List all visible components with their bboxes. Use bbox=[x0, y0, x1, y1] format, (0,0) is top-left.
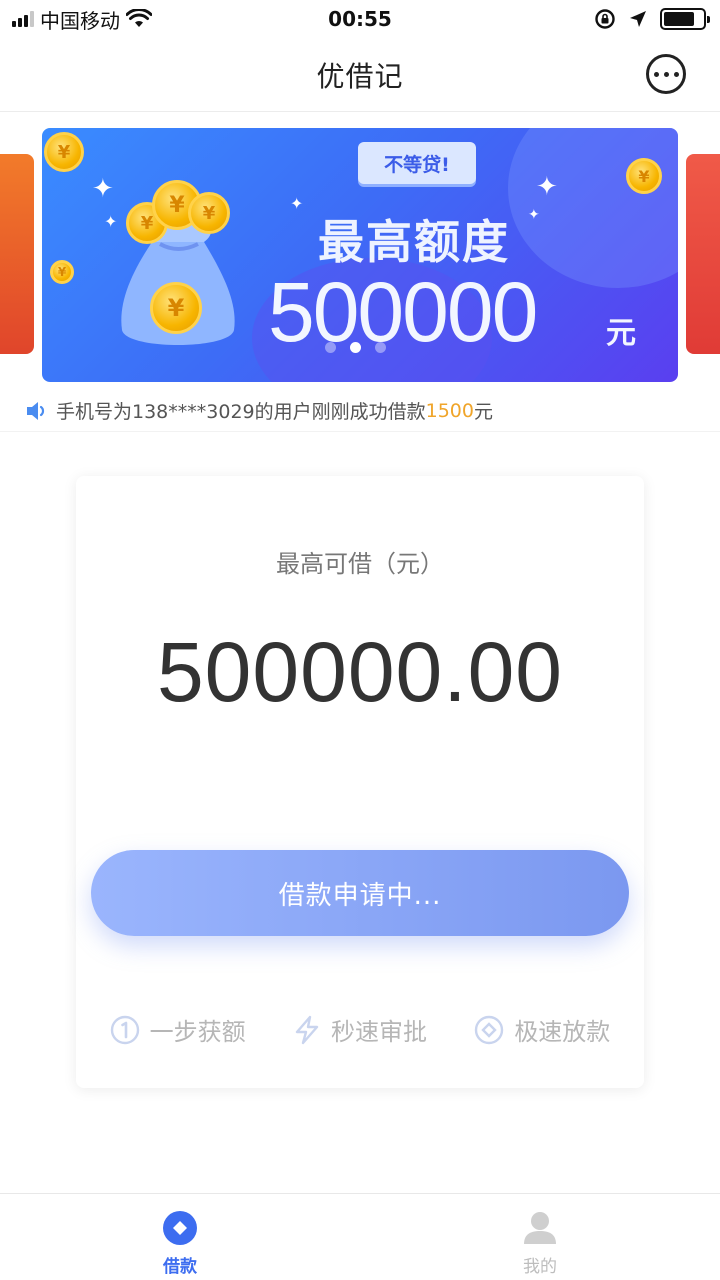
location-arrow-icon bbox=[630, 11, 646, 27]
sparkle-icon: ✦ bbox=[290, 194, 304, 213]
banner-unit: 元 bbox=[606, 316, 636, 351]
max-borrow-label: 最高可借（元） bbox=[276, 550, 444, 578]
sparkle-icon: ✦ bbox=[528, 207, 540, 223]
profile-icon bbox=[524, 1212, 556, 1244]
banner-carousel[interactable]: ¥ ¥ ¥ ¥ ¥ ¥ ¥ ✦ ✦ ✦ ✦ ✦ 不等贷! 最高额度 500000… bbox=[0, 128, 720, 382]
signal-icon bbox=[12, 11, 34, 27]
feature-item: 一步获额 bbox=[110, 1012, 246, 1047]
coin-icon: ¥ bbox=[50, 260, 74, 284]
banner-next-peek[interactable] bbox=[686, 154, 720, 354]
sparkle-icon: ✦ bbox=[92, 174, 114, 204]
sparkle-icon: ✦ bbox=[536, 172, 558, 202]
status-left: 中国移动 bbox=[12, 5, 152, 34]
banner-slide[interactable]: ¥ ¥ ¥ ¥ ¥ ¥ ¥ ✦ ✦ ✦ ✦ ✦ 不等贷! 最高额度 500000… bbox=[42, 128, 678, 382]
coin-icon: ¥ bbox=[188, 192, 230, 234]
loan-icon bbox=[163, 1211, 197, 1245]
banner-prev-peek[interactable] bbox=[0, 154, 34, 354]
carrier-label: 中国移动 bbox=[40, 8, 120, 33]
tab-mine[interactable]: 我的 bbox=[360, 1194, 720, 1280]
coin-icon: ¥ bbox=[44, 132, 84, 172]
coin-icon: ¥ bbox=[626, 158, 662, 194]
rotation-lock-icon bbox=[595, 9, 615, 29]
notice-marquee: 手机号为138****3029的用户刚刚成功借款 1500 元 bbox=[0, 390, 720, 432]
tab-loan[interactable]: 借款 bbox=[0, 1194, 360, 1280]
banner-amount: 500000 bbox=[268, 265, 538, 359]
carousel-indicator bbox=[325, 342, 386, 353]
status-bar: 中国移动 00:55 bbox=[0, 0, 720, 38]
page-title: 优借记 bbox=[316, 59, 404, 93]
notice-amount: 1500 bbox=[425, 399, 474, 422]
feature-item: 极速放款 bbox=[474, 1012, 610, 1047]
speaker-icon bbox=[27, 401, 45, 420]
more-dots-icon[interactable] bbox=[646, 54, 686, 94]
tab-bar: 借款 我的 bbox=[0, 1193, 720, 1280]
sparkle-icon: ✦ bbox=[104, 212, 118, 231]
diamond-circle-icon bbox=[475, 1015, 504, 1044]
status-right bbox=[594, 8, 710, 30]
wifi-icon bbox=[126, 9, 152, 27]
carousel-dot-active[interactable] bbox=[350, 342, 361, 353]
feature-item: 秒速审批 bbox=[293, 1012, 427, 1047]
tab-loan-label: 借款 bbox=[163, 1257, 197, 1277]
feature-list: 一步获额 秒速审批 极速放款 bbox=[76, 1012, 644, 1047]
nav-bar: 优借记 bbox=[0, 38, 720, 112]
tab-mine-label: 我的 bbox=[523, 1257, 557, 1277]
notice-text: 手机号为138****3029的用户刚刚成功借款 bbox=[56, 401, 426, 423]
carousel-dot[interactable] bbox=[375, 342, 386, 353]
loan-apply-button[interactable]: 借款申请中... bbox=[91, 850, 629, 936]
banner-tag: 不等贷! bbox=[358, 142, 476, 184]
carousel-dot[interactable] bbox=[325, 342, 336, 353]
loan-card: 最高可借（元） 500000.00 借款申请中... 一步获额 秒速审批 极速放… bbox=[76, 476, 644, 1088]
number-one-icon bbox=[110, 1015, 139, 1044]
battery-icon bbox=[660, 8, 710, 30]
max-borrow-amount: 500000.00 bbox=[156, 625, 564, 719]
notice-unit: 元 bbox=[473, 401, 493, 423]
lightning-icon bbox=[295, 1015, 319, 1044]
banner-headline: 最高额度 bbox=[318, 215, 510, 269]
coin-icon: ¥ bbox=[150, 282, 202, 334]
